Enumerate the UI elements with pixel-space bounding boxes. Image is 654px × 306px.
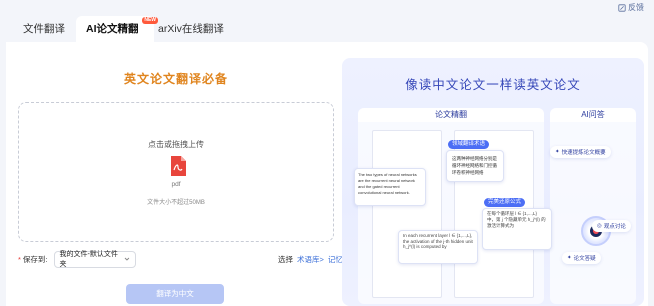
edit-icon — [618, 3, 626, 12]
left-title: 英文论文翻译必备 — [123, 72, 228, 86]
ai-qa-column: AI问答 — [550, 108, 636, 304]
tab-arxiv-translate[interactable]: arXiv在线翻译 — [158, 16, 224, 42]
chinese-paragraph-card: 这两种神经网络分别是循环神经网络和门控循环卷积神经网络 — [446, 150, 504, 182]
qa-label: 论文答疑 — [573, 256, 596, 262]
domain-terms-pill: 领域翻译术语 — [448, 140, 490, 149]
discussion-label: 观点讨论 — [603, 224, 626, 230]
required-asterisk: * — [18, 254, 21, 264]
qa-chip: ✦ 论文答疑 — [562, 252, 601, 264]
term-library-link[interactable]: 术语库> — [297, 254, 324, 265]
feedback-link[interactable]: 反馈 — [618, 2, 644, 13]
chat-icon: ◎ — [597, 223, 602, 229]
formula-restore-pill: 完美还原公式 — [484, 198, 526, 207]
discussion-chip: ◎ 观点讨论 — [592, 220, 631, 232]
save-folder-value: 我的文件-默认文件夹 — [59, 251, 118, 268]
file-type-label: pdf — [171, 181, 181, 188]
showcase-title: 像读中文论文一样读英文论文 — [405, 78, 581, 92]
chevron-down-icon — [124, 257, 129, 261]
translate-button[interactable]: 翻译为中文 — [126, 284, 224, 304]
sparkle-icon: ✦ — [555, 149, 560, 155]
upload-dropzone[interactable]: 点击或拖拽上传 pdf 文件大小不超过50MB — [18, 102, 334, 242]
tab-ai-paper-translate[interactable]: AI论文精翻 NEW — [76, 16, 158, 42]
tab-label: AI论文精翻 — [86, 23, 139, 35]
pdf-file-icon — [171, 156, 186, 176]
english-paragraph: The two types of neural networks are the… — [358, 172, 417, 195]
size-limit-hint: 文件大小不超过50MB — [147, 200, 205, 206]
upload-hint: 点击或拖拽上传 — [148, 140, 204, 149]
english-formula-text: In each recurrent layer l ∈ {1,...,L}, t… — [403, 233, 473, 249]
ai-qa-heading: AI问答 — [550, 108, 636, 122]
top-bar: 反馈 — [0, 0, 654, 14]
new-badge: NEW — [142, 17, 158, 24]
sparkle-icon: ✦ — [567, 255, 572, 261]
tab-bar: 文件翻译 AI论文精翻 NEW arXiv在线翻译 — [0, 16, 654, 42]
save-to-label: 保存到: — [22, 254, 48, 264]
choose-label: 选择 — [278, 255, 293, 264]
save-folder-select[interactable]: 我的文件-默认文件夹 — [53, 250, 136, 268]
paper-translate-heading: 论文精翻 — [358, 108, 544, 122]
english-paragraph-card: The two types of neural networks are the… — [354, 168, 426, 206]
quick-summary-label: 快速提炼论文概要 — [561, 150, 606, 156]
chinese-formula-text: 在每个循环层 l ∈ {1,...,L} 中，第 j 个隐藏单元 h_j^(l)… — [487, 211, 546, 228]
english-formula-card: In each recurrent layer l ∈ {1,...,L}, t… — [398, 230, 478, 264]
feature-showcase: 像读中文论文一样读英文论文 论文精翻 AI问答 The two types of… — [342, 58, 644, 306]
quick-summary-chip: ✦ 快速提炼论文概要 — [550, 146, 611, 158]
chinese-formula-card: 在每个循环层 l ∈ {1,...,L} 中，第 j 个隐藏单元 h_j^(l)… — [482, 208, 552, 250]
tab-file-translate[interactable]: 文件翻译 — [23, 16, 65, 42]
save-to-row: * 保存到: 我的文件-默认文件夹 — [18, 250, 136, 268]
main-panel: 英文论文翻译必备 点击或拖拽上传 pdf 文件大小不超过50MB * 保存到: … — [6, 42, 648, 306]
chinese-paragraph: 这两种神经网络分别是循环神经网络和门控循环卷积神经网络 — [452, 156, 497, 175]
english-doc-preview — [372, 130, 442, 298]
feedback-label: 反馈 — [628, 3, 644, 12]
